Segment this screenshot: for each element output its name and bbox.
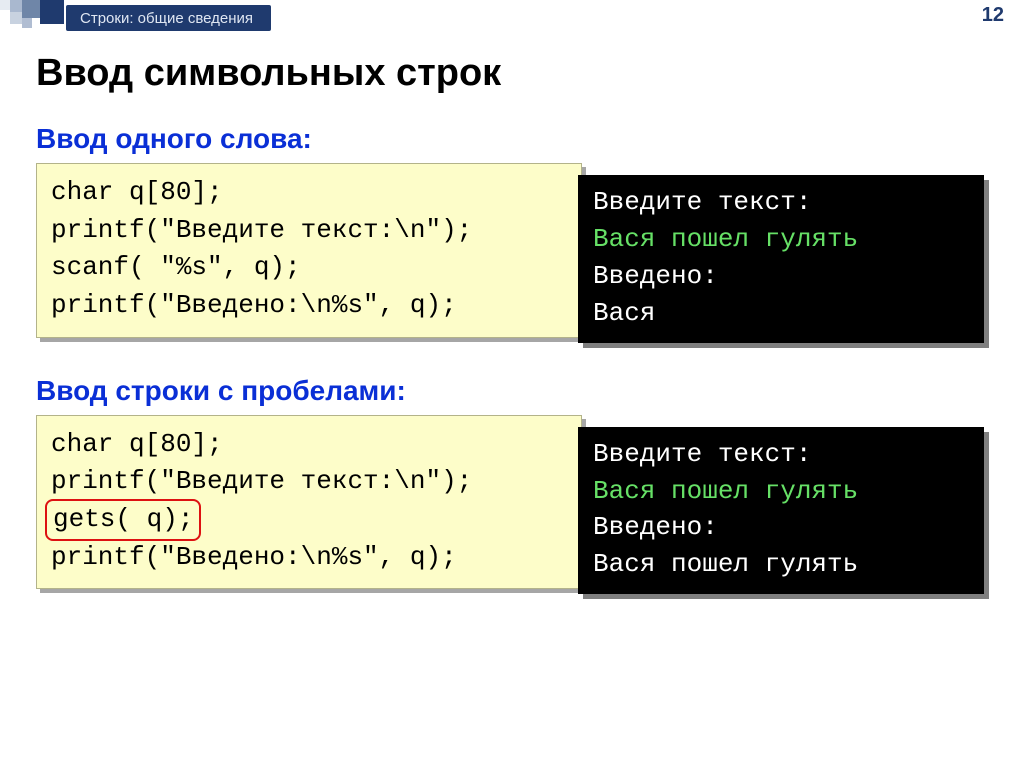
terminal-line: Введено:: [593, 258, 969, 295]
code-line: char q[80];: [51, 429, 223, 459]
terminal-line: Вася пошел гулять: [593, 546, 969, 583]
section1-code-block: char q[80]; printf("Введите текст:\n"); …: [36, 163, 582, 338]
section1-row: char q[80]; printf("Введите текст:\n"); …: [36, 163, 988, 343]
terminal-input-line: Вася пошел гулять: [593, 473, 969, 510]
terminal-input-line: Вася пошел гулять: [593, 221, 969, 258]
terminal-line: Введите текст:: [593, 436, 969, 473]
section2-terminal: Введите текст: Вася пошел гулять Введено…: [578, 427, 984, 595]
top-bar: Строки: общие сведения 12: [0, 0, 1024, 36]
code-line: printf("Введите текст:\n");: [51, 466, 472, 496]
terminal-line: Вася: [593, 295, 969, 332]
section2-code-block: char q[80]; printf("Введите текст:\n"); …: [36, 415, 582, 590]
section1-heading: Ввод одного слова:: [36, 123, 988, 155]
section2-heading: Ввод строки с пробелами:: [36, 375, 988, 407]
section2-row: char q[80]; printf("Введите текст:\n"); …: [36, 415, 988, 595]
corner-decoration-icon: [0, 0, 64, 36]
code-line: printf("Введено:\n%s", q);: [51, 542, 457, 572]
page-number: 12: [982, 4, 1004, 27]
highlighted-gets-call: gets( q);: [45, 499, 201, 541]
terminal-line: Введено:: [593, 509, 969, 546]
breadcrumb: Строки: общие сведения: [66, 5, 271, 31]
section1-terminal: Введите текст: Вася пошел гулять Введено…: [578, 175, 984, 343]
terminal-line: Введите текст:: [593, 184, 969, 221]
page-title: Ввод символьных строк: [36, 52, 988, 95]
